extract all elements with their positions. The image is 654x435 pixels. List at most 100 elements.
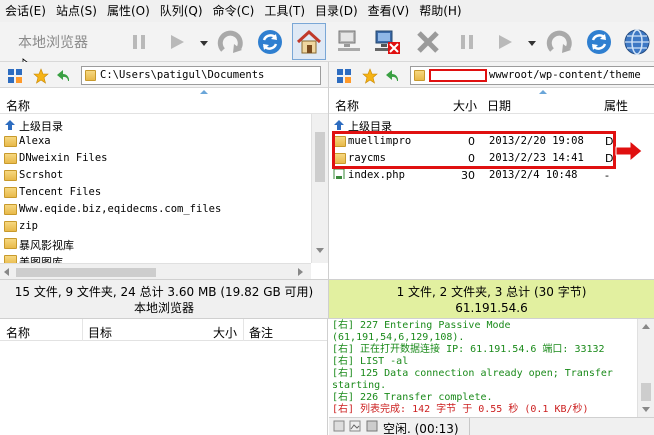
menu-command[interactable]: 命令(C) (208, 0, 260, 22)
remote-up-button[interactable] (384, 67, 402, 85)
log-line: [右] LIST -al (332, 356, 409, 367)
log-line: [右] 227 Entering Passive Mode (332, 320, 511, 331)
scroll-thumb[interactable] (16, 268, 156, 277)
remote-path-text: wwwroot/wp-content/theme (489, 69, 641, 81)
menu-queue[interactable]: 队列(Q) (155, 0, 208, 22)
menu-session[interactable]: 会话(E) (0, 0, 51, 22)
refresh-icon (258, 30, 282, 54)
parent-directory-row[interactable]: 上级目录 (0, 116, 311, 133)
play-dropdown[interactable] (199, 38, 209, 48)
local-path-input[interactable]: C:\Users\patigul\Documents (81, 66, 321, 85)
folder-icon (4, 170, 17, 181)
menu-site[interactable]: 站点(S) (51, 0, 102, 22)
remote-status-text: 1 文件, 2 文件夹, 3 总计 (30 字节) (396, 285, 587, 299)
remote-play-dropdown[interactable] (527, 38, 537, 48)
local-folder-row[interactable]: Tencent Files (0, 184, 311, 201)
local-folder-row[interactable]: DNweixin Files (0, 150, 311, 167)
file-name: Alexa (19, 135, 51, 147)
disconnect-button[interactable] (372, 26, 402, 58)
scroll-up-arrow-icon[interactable] (642, 324, 650, 329)
scroll-thumb[interactable] (641, 383, 651, 401)
scroll-left-arrow-icon[interactable] (4, 268, 9, 276)
menu-directory[interactable]: 目录(D) (310, 0, 363, 22)
local-up-button[interactable] (55, 67, 73, 85)
file-name: 暴风影视库 (19, 239, 74, 252)
home-button[interactable] (292, 23, 326, 60)
local-folder-row[interactable]: zip (0, 218, 311, 235)
local-favorites-button[interactable] (32, 67, 50, 85)
local-folder-row[interactable]: Scrshot (0, 167, 311, 184)
local-horizontal-scrollbar[interactable] (0, 263, 311, 279)
reconnect-button[interactable] (216, 26, 246, 58)
refresh-icon (587, 30, 611, 54)
local-folder-row[interactable]: 暴风影视库 (0, 235, 311, 252)
menu-tools[interactable]: 工具(T) (259, 0, 310, 22)
document-icon (333, 420, 345, 432)
remote-status: 1 文件, 2 文件夹, 3 总计 (30 字节) 61.191.54.6 (328, 279, 654, 319)
remote-refresh-button[interactable] (584, 26, 614, 58)
reconnect-icon (546, 30, 572, 53)
scroll-thumb[interactable] (315, 132, 325, 182)
scroll-down-arrow-icon[interactable] (316, 248, 324, 253)
remote-col-name[interactable]: 名称 (335, 97, 359, 114)
file-name: Tencent Files (19, 186, 102, 198)
queue-col-size[interactable]: 大小 (213, 324, 237, 341)
idle-status-icon (366, 420, 378, 432)
local-view-button[interactable] (6, 67, 24, 85)
remote-col-size[interactable]: 大小 (453, 97, 477, 114)
folder-icon (4, 221, 17, 232)
php-file-icon (333, 168, 345, 179)
queue-col-target[interactable]: 目标 (88, 324, 112, 341)
local-folder-row[interactable]: Alexa (0, 133, 311, 150)
image-icon (349, 420, 361, 432)
log-line: [右] 列表完成: 142 字节 于 0.55 秒 (0.1 KB/秒) (332, 404, 589, 415)
connect-button[interactable] (334, 26, 364, 58)
queue-col-note[interactable]: 备注 (249, 324, 273, 341)
remote-col-date[interactable]: 日期 (487, 97, 511, 114)
folder-icon (4, 136, 17, 147)
remote-view-button[interactable] (335, 67, 353, 85)
local-column-header: 名称 (0, 88, 328, 114)
sort-arrow-icon (200, 90, 208, 94)
menu-bar: 会话(E) 站点(S) 属性(O) 队列(Q) 命令(C) 工具(T) 目录(D… (0, 0, 654, 22)
menu-view[interactable]: 查看(V) (363, 0, 415, 22)
log-vertical-scrollbar[interactable] (637, 319, 654, 417)
remote-favorites-button[interactable] (361, 67, 379, 85)
local-status-label: 本地浏览器 (133, 301, 194, 315)
scroll-right-arrow-icon[interactable] (298, 268, 303, 276)
local-file-list: 名称 上级目录 Alexa DNweixin Files Scrshot Tencent… (0, 88, 328, 279)
grid-view-icon (8, 69, 22, 83)
globe-icon (624, 29, 650, 55)
back-arrow-icon (386, 70, 399, 81)
remote-path-input[interactable]: wwwroot/wp-content/theme (410, 66, 654, 85)
local-col-name[interactable]: 名称 (6, 97, 30, 114)
globe-button[interactable] (622, 26, 652, 58)
local-path-text: C:\Users\patigul\Documents (100, 69, 265, 81)
computer-network-icon (338, 30, 360, 51)
local-status: 15 文件, 9 文件夹, 24 总计 3.60 MB (19.82 GB 可用… (0, 279, 328, 319)
remote-play-button[interactable] (490, 26, 520, 58)
folder-icon (414, 70, 425, 81)
pause-button[interactable] (124, 26, 154, 58)
stop-button[interactable] (413, 26, 443, 58)
local-vertical-scrollbar[interactable] (311, 114, 328, 263)
home-icon (296, 29, 322, 53)
folder-icon (85, 70, 96, 81)
remote-reconnect-button[interactable] (545, 26, 575, 58)
menu-help[interactable]: 帮助(H) (414, 0, 466, 22)
remote-col-attr[interactable]: 属性 (604, 97, 628, 114)
remote-file-row[interactable]: index.php 30 2013/2/4 10:48 - (329, 167, 654, 184)
menu-properties[interactable]: 属性(O) (102, 0, 155, 22)
pause-icon (133, 35, 145, 49)
play-button[interactable] (162, 26, 192, 58)
refresh-button[interactable] (255, 26, 285, 58)
bottom-status-bar: 空闲. (00:13) (329, 417, 654, 435)
disconnect-icon (375, 30, 400, 54)
scroll-down-arrow-icon[interactable] (642, 407, 650, 412)
file-name: index.php (348, 169, 405, 181)
local-folder-row[interactable]: Www.eqide.biz,eqidecms.com_files (0, 201, 311, 218)
star-icon (33, 68, 49, 84)
log-line: (61,191,54,6,129,108). (332, 332, 465, 343)
queue-col-name[interactable]: 名称 (6, 324, 30, 341)
remote-pause-button[interactable] (452, 26, 482, 58)
